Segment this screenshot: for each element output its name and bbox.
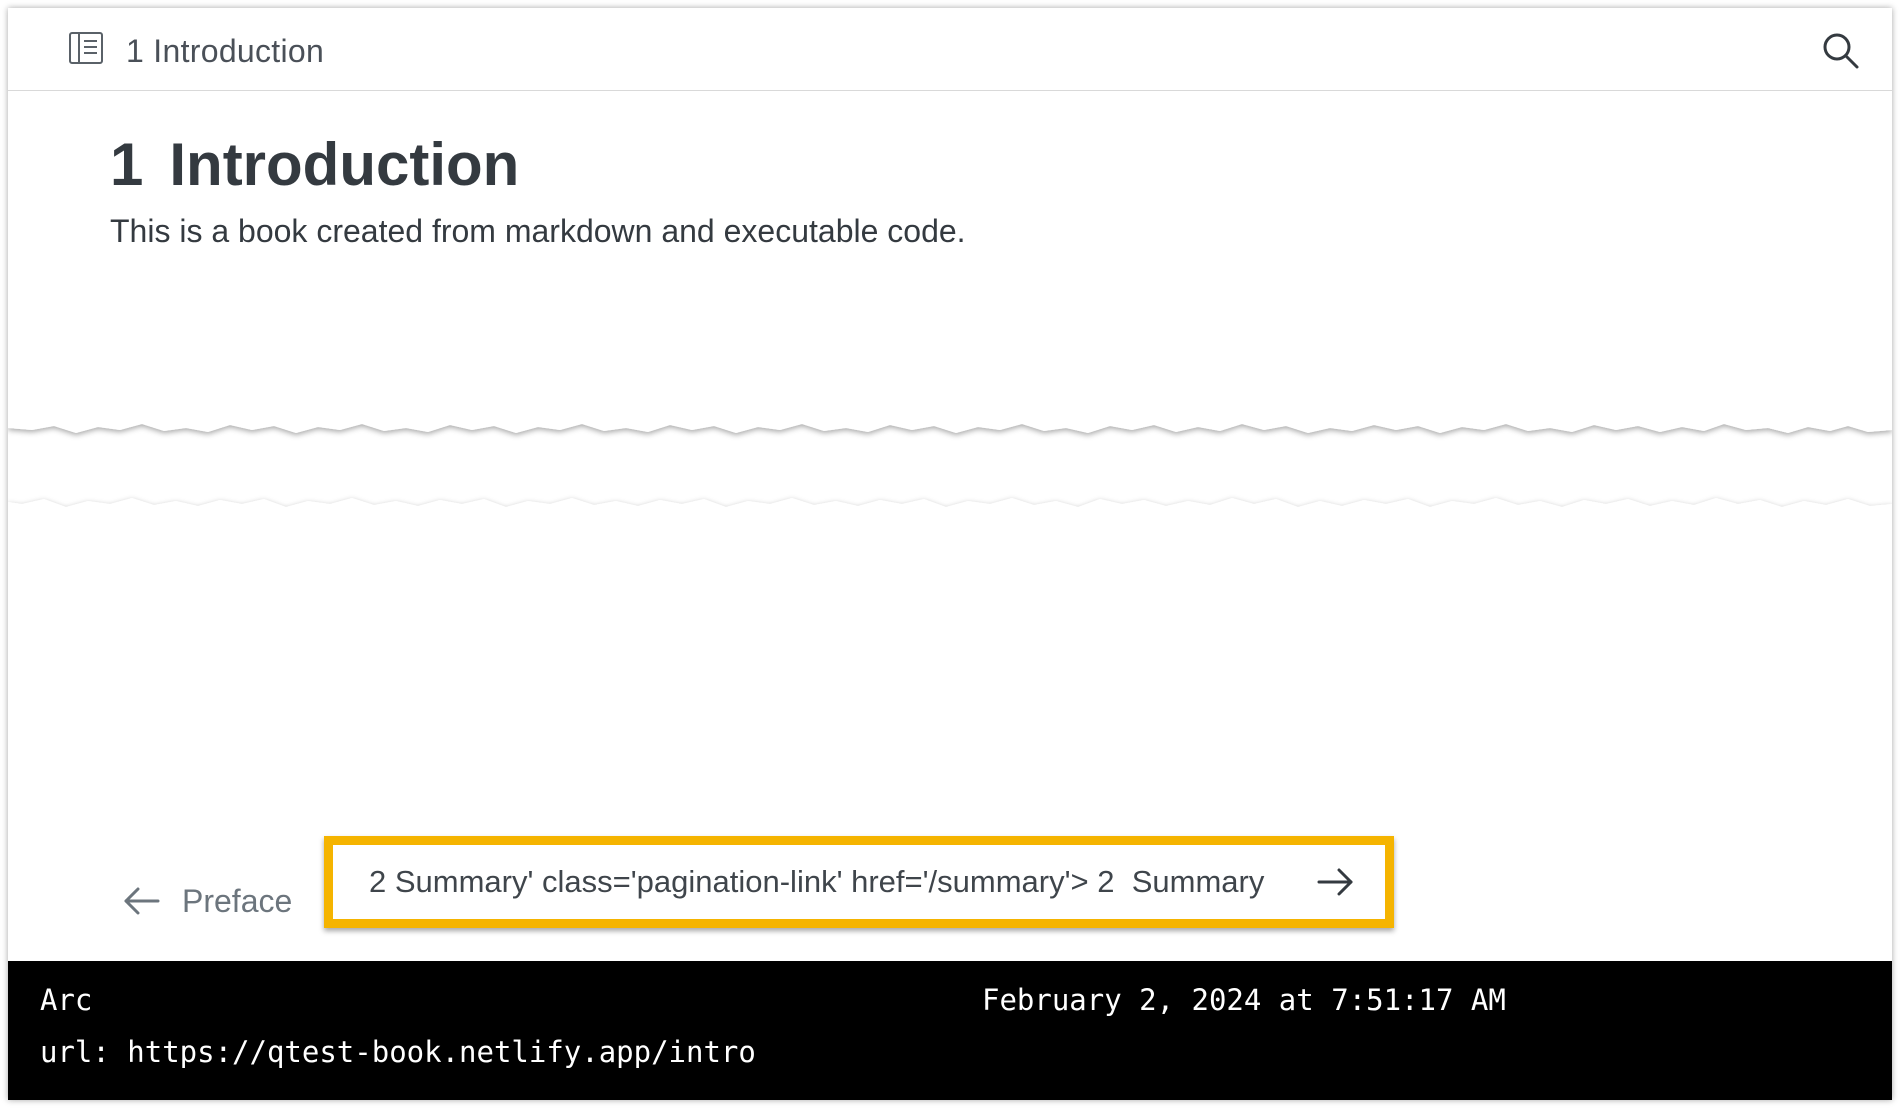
capture-info-bar: Arc February 2, 2024 at 7:51:17 AM url: … xyxy=(8,961,1892,1100)
app-name: Arc xyxy=(40,983,93,1017)
page-navigation: Preface 2 Summary' class='pagination-lin… xyxy=(8,828,1892,968)
page-url: url: https://qtest-book.netlify.app/intr… xyxy=(40,1035,756,1069)
prev-page-link[interactable]: Preface xyxy=(122,876,292,926)
capture-timestamp: February 2, 2024 at 7:51:17 AM xyxy=(982,983,1506,1017)
page-title: 1 Introduction xyxy=(110,130,519,199)
search-icon[interactable] xyxy=(1820,30,1860,70)
torn-page-divider xyxy=(8,406,1892,536)
prev-page-label: Preface xyxy=(182,882,293,919)
chapter-number: 1 xyxy=(110,131,144,198)
browser-window: 1 Introduction 1 Introduction This is a b… xyxy=(8,8,1892,1100)
next-page-label: 2 Summary' class='pagination-link' href=… xyxy=(369,864,1265,899)
arrow-right-icon xyxy=(1317,868,1353,896)
body-paragraph: This is a book created from markdown and… xyxy=(110,213,966,249)
chapter-title: Introduction xyxy=(169,131,520,198)
next-page-link[interactable]: 2 Summary' class='pagination-link' href=… xyxy=(324,836,1394,928)
arrow-left-icon xyxy=(124,887,160,915)
breadcrumb-title: 1 Introduction xyxy=(126,33,325,69)
toc-icon[interactable] xyxy=(68,30,104,66)
top-bar: 1 Introduction xyxy=(8,8,1892,91)
